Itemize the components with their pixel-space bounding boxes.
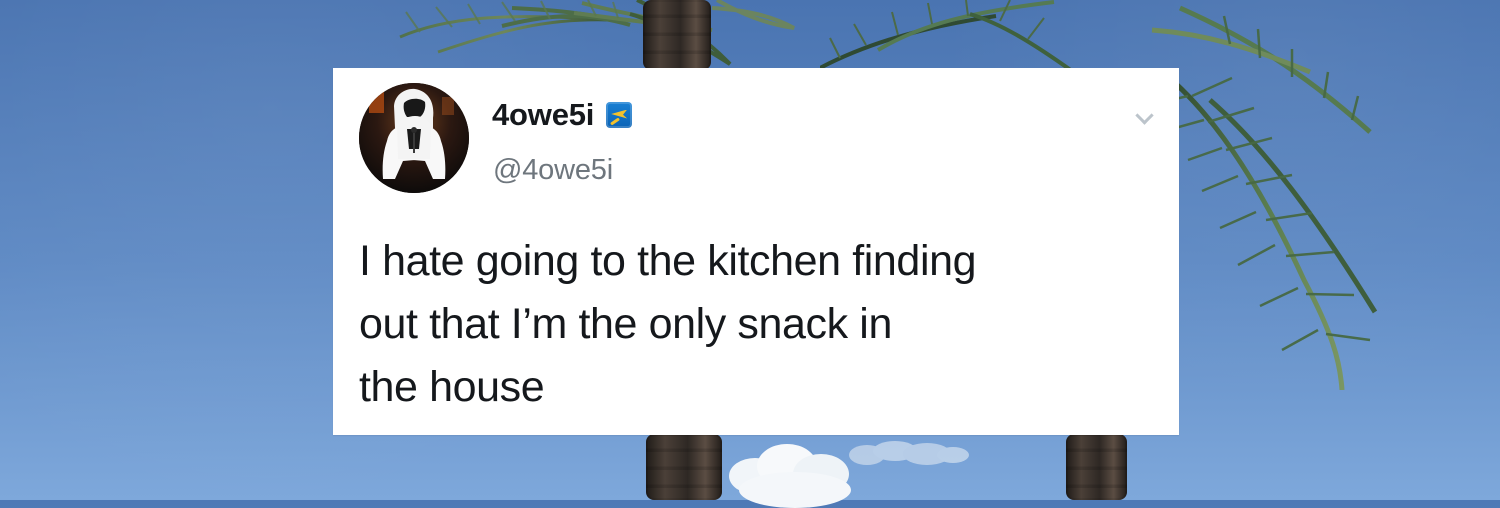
- user-handle[interactable]: @4owe5i: [493, 156, 613, 185]
- display-name-row: 4owe5i: [492, 99, 633, 130]
- verified-badge-icon: [606, 101, 633, 128]
- palm-trunk-bottom-right: [1066, 434, 1127, 500]
- display-name[interactable]: 4owe5i: [492, 99, 594, 130]
- chevron-down-icon[interactable]: [1135, 108, 1153, 126]
- avatar[interactable]: [359, 83, 469, 193]
- tweet-text: I hate going to the kitchen finding out …: [359, 237, 977, 411]
- palm-trunk-bottom-left: [646, 434, 722, 500]
- tweet-card: 4owe5i @4owe5i I hate going to the kitch…: [333, 68, 1179, 435]
- palm-trunk-top-left: [643, 0, 711, 70]
